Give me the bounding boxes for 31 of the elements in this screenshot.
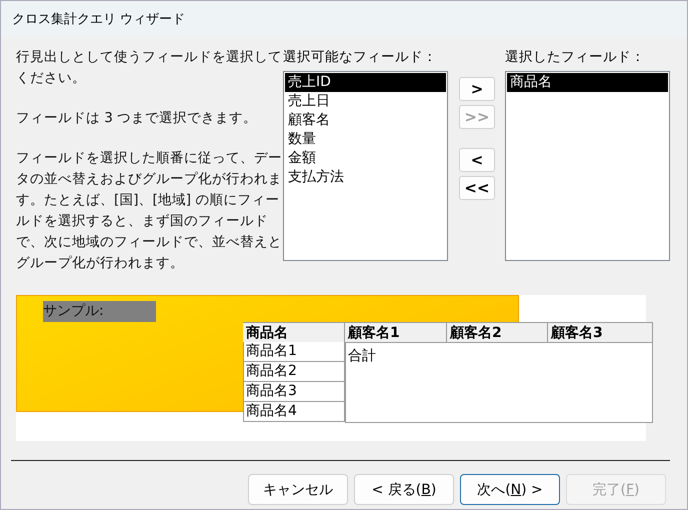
- list-item[interactable]: 支払方法: [285, 168, 446, 187]
- list-label: 選択したフィールド：: [505, 48, 646, 67]
- list-item[interactable]: 商品名: [507, 73, 668, 92]
- column-header: 顧客名1: [345, 322, 447, 342]
- column-header: 商品名: [243, 322, 345, 342]
- dialog-button[interactable]: 次へ(N) >: [460, 474, 560, 505]
- list-item[interactable]: 顧客名: [285, 111, 446, 130]
- list-item[interactable]: 数量: [285, 130, 446, 149]
- available-fields-list[interactable]: 売上ID 売上日 顧客名 数量 金額 支払方法: [283, 71, 448, 261]
- move-button[interactable]: >: [459, 77, 495, 101]
- list-item[interactable]: 売上日: [285, 92, 446, 111]
- instruction-text: フィールドは 3 つまで選択できます。: [16, 109, 258, 128]
- row-header-cell: 商品名2: [243, 362, 345, 382]
- row-header-cell: 商品名4: [243, 402, 345, 422]
- sample-label: サンプル:: [43, 301, 156, 322]
- dialog-button[interactable]: キャンセル: [248, 474, 348, 505]
- move-button[interactable]: <: [459, 148, 495, 172]
- list-label: 選択可能なフィールド：: [283, 48, 438, 67]
- list-item[interactable]: 売上ID: [285, 73, 446, 92]
- instruction-text: 行見出しとして使うフィールドを選択してください。: [16, 48, 282, 88]
- selected-fields-list[interactable]: 商品名: [505, 71, 670, 261]
- column-header: 顧客名3: [548, 322, 653, 342]
- move-button[interactable]: <<: [459, 176, 495, 200]
- column-header: 顧客名2: [447, 322, 548, 342]
- row-header-cell: 商品名1: [243, 342, 345, 362]
- instruction-text: フィールドを選択した順番に従って、データの並べ替えおよびグループ化が行われます。たとえば、[国]、[地域] の順にフィールドを選択すると、まず国のフィールドで、次に地域のフィールドで、並べ替えとグループ化が行われます。: [16, 149, 282, 273]
- table-cell: 合計: [348, 348, 376, 364]
- dialog-button[interactable]: < 戻る(B): [354, 474, 454, 505]
- row-header-cell: 商品名3: [243, 382, 345, 402]
- list-item[interactable]: 金額: [285, 149, 446, 168]
- window-title: クロス集計クエリ ウィザード: [12, 11, 186, 28]
